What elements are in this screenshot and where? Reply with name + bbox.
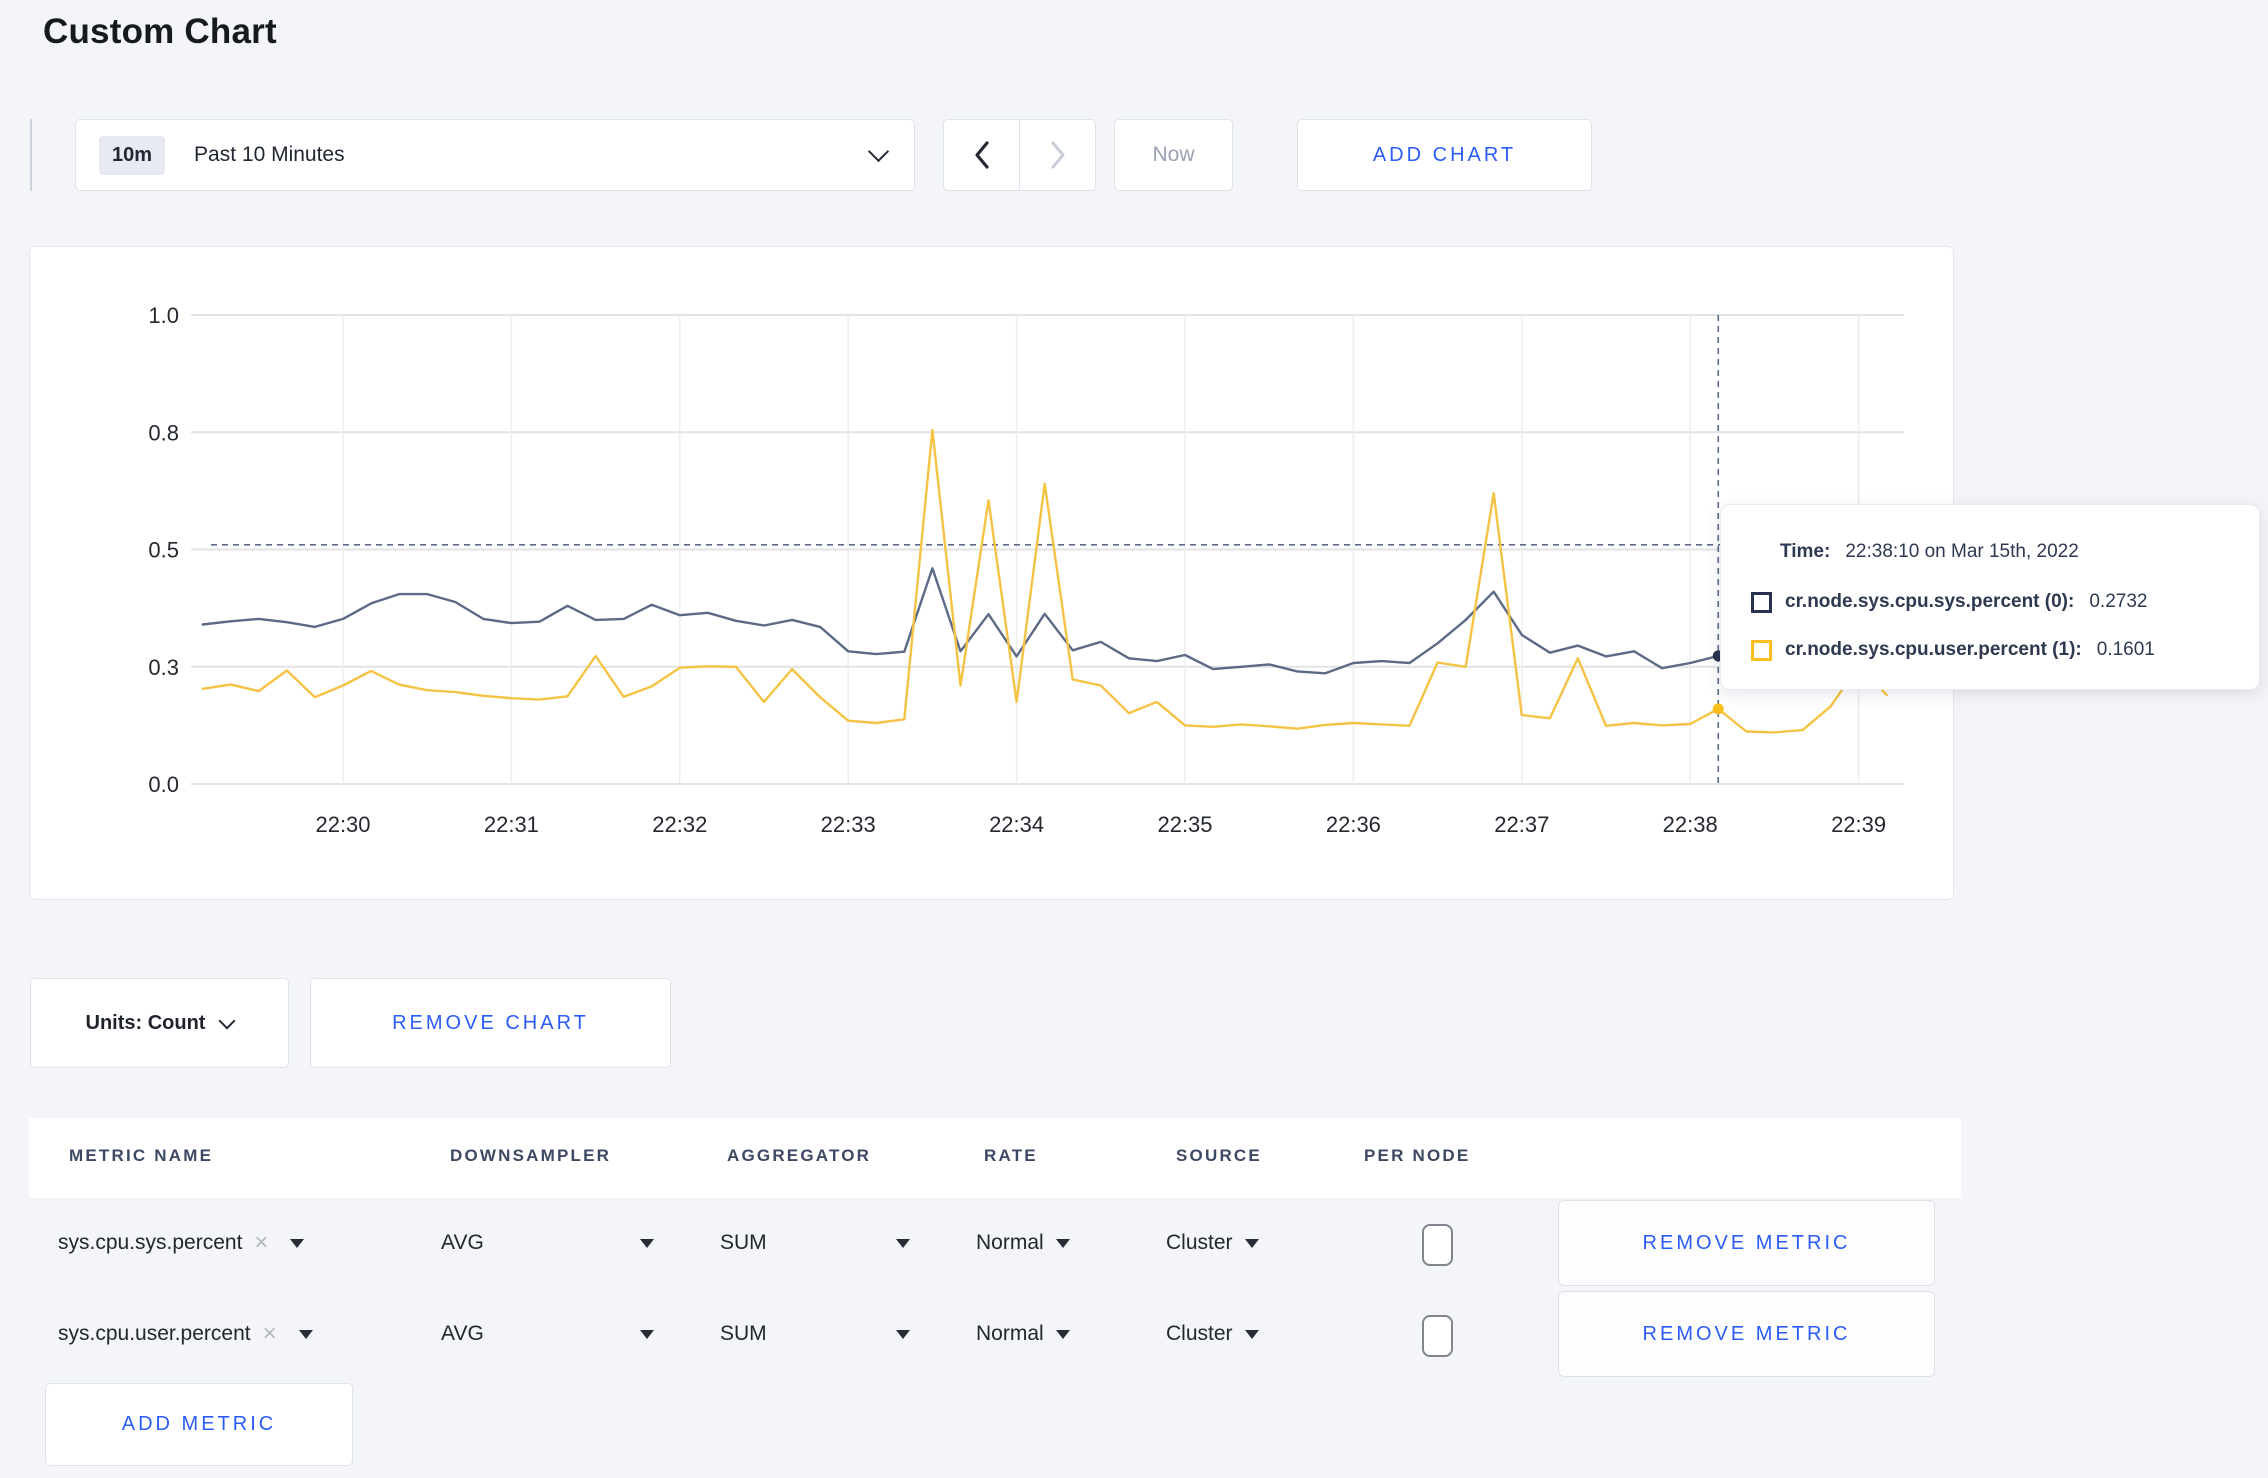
svg-text:22:34: 22:34 <box>989 812 1044 837</box>
col-header-per-node: PER NODE <box>1364 1146 1471 1165</box>
svg-text:22:31: 22:31 <box>484 812 539 837</box>
series-sys-swatch-icon <box>1751 591 1772 613</box>
svg-text:0.5: 0.5 <box>148 538 179 563</box>
remove-chart-button[interactable]: REMOVE CHART <box>310 978 671 1068</box>
per-node-checkbox[interactable] <box>1422 1315 1453 1357</box>
dropdown-caret-icon <box>1244 1329 1259 1339</box>
rate-select[interactable]: Normal <box>976 1220 1070 1266</box>
tooltip-time-value: 22:38:10 on Mar 15th, 2022 <box>1845 541 2079 562</box>
dropdown-caret-icon <box>896 1329 910 1339</box>
page-title: Custom Chart <box>43 12 277 51</box>
svg-text:22:37: 22:37 <box>1494 812 1549 837</box>
col-header-rate: RATE <box>984 1146 1038 1165</box>
tooltip-series-name: cr.node.sys.cpu.sys.percent (0): <box>1785 591 2075 612</box>
remove-metric-button[interactable]: REMOVE METRIC <box>1558 1291 1935 1377</box>
svg-text:0.3: 0.3 <box>148 655 179 680</box>
svg-text:22:35: 22:35 <box>1157 812 1212 837</box>
downsampler-select[interactable]: AVG <box>441 1220 654 1266</box>
aggregator-select[interactable]: SUM <box>720 1220 910 1266</box>
dropdown-caret-icon <box>640 1329 654 1339</box>
col-header-metric-name: METRIC NAME <box>69 1146 214 1165</box>
chevron-right-icon <box>1050 141 1065 169</box>
timeseries-chart[interactable]: 0.0 0.3 0.5 0.8 1.0 22:30 22:31 22:32 22:33 22:34… <box>30 247 1953 899</box>
aggregator-value: SUM <box>720 1231 767 1254</box>
chevron-down-icon <box>867 140 890 163</box>
rate-value: Normal <box>976 1322 1044 1345</box>
tooltip-series-value: 0.1601 <box>2096 639 2155 660</box>
chevron-left-icon <box>974 141 989 169</box>
downsampler-value: AVG <box>441 1322 484 1345</box>
source-value: Cluster <box>1166 1322 1233 1345</box>
metric-name-select[interactable]: sys.cpu.user.percent × <box>58 1311 313 1357</box>
dropdown-caret-icon <box>1055 1238 1070 1248</box>
svg-text:0.8: 0.8 <box>148 420 179 445</box>
svg-text:22:33: 22:33 <box>821 812 876 837</box>
add-metric-button[interactable]: ADD METRIC <box>45 1383 353 1466</box>
dropdown-caret-icon <box>1055 1329 1070 1339</box>
clear-metric-icon[interactable]: × <box>263 1322 277 1346</box>
metric-name-select[interactable]: sys.cpu.sys.percent × <box>58 1220 305 1266</box>
col-header-aggregator: AGGREGATOR <box>727 1146 872 1165</box>
rate-value: Normal <box>976 1231 1044 1254</box>
svg-text:22:39: 22:39 <box>1831 812 1886 837</box>
chevron-down-icon <box>218 1012 236 1030</box>
downsampler-select[interactable]: AVG <box>441 1311 654 1357</box>
metric-name-value: sys.cpu.user.percent <box>58 1322 251 1345</box>
col-header-downsampler: DOWNSAMPLER <box>450 1146 612 1165</box>
aggregator-value: SUM <box>720 1322 767 1345</box>
time-pager <box>943 119 1096 191</box>
aggregator-select[interactable]: SUM <box>720 1311 910 1357</box>
svg-text:1.0: 1.0 <box>148 303 179 328</box>
toolbar-left-divider <box>30 119 32 191</box>
metric-name-value: sys.cpu.sys.percent <box>58 1231 243 1254</box>
downsampler-value: AVG <box>441 1231 484 1254</box>
chart-card: 0.0 0.3 0.5 0.8 1.0 22:30 22:31 22:32 22:33 22:34… <box>29 246 1954 900</box>
now-button[interactable]: Now <box>1114 119 1233 191</box>
units-label: Units: Count <box>85 1011 206 1034</box>
source-select[interactable]: Cluster <box>1166 1220 1259 1266</box>
dropdown-caret-icon <box>896 1238 910 1248</box>
next-time-button[interactable] <box>1020 120 1095 190</box>
rate-select[interactable]: Normal <box>976 1311 1070 1357</box>
tooltip-series-row: cr.node.sys.cpu.sys.percent (0): 0.2732 <box>1751 591 2147 613</box>
dropdown-caret-icon <box>290 1238 305 1248</box>
col-header-source: SOURCE <box>1176 1146 1262 1165</box>
clear-metric-icon[interactable]: × <box>254 1231 268 1255</box>
svg-text:22:36: 22:36 <box>1326 812 1381 837</box>
chart-tooltip: Time: 22:38:10 on Mar 15th, 2022 cr.node… <box>1720 504 2260 690</box>
svg-text:22:32: 22:32 <box>652 812 707 837</box>
source-value: Cluster <box>1166 1231 1233 1254</box>
series-user-swatch-icon <box>1751 639 1772 661</box>
tooltip-series-name: cr.node.sys.cpu.user.percent (1): <box>1785 639 2082 660</box>
source-select[interactable]: Cluster <box>1166 1311 1259 1357</box>
time-range-label: Past 10 Minutes <box>194 143 345 166</box>
metrics-table-header: METRIC NAME DOWNSAMPLER AGGREGATOR RATE … <box>29 1118 1961 1198</box>
svg-text:0.0: 0.0 <box>148 772 179 797</box>
time-range-select[interactable]: 10m Past 10 Minutes <box>75 119 915 191</box>
svg-text:22:30: 22:30 <box>315 812 370 837</box>
dropdown-caret-icon <box>1244 1238 1259 1248</box>
tooltip-time-label: Time: <box>1780 541 1831 562</box>
dropdown-caret-icon <box>640 1238 654 1248</box>
tooltip-time-row: Time: 22:38:10 on Mar 15th, 2022 <box>1780 541 2079 563</box>
tooltip-series-row: cr.node.sys.cpu.user.percent (1): 0.1601 <box>1751 639 2155 661</box>
add-chart-button[interactable]: ADD CHART <box>1297 119 1592 191</box>
per-node-checkbox[interactable] <box>1422 1224 1453 1266</box>
prev-time-button[interactable] <box>944 120 1020 190</box>
remove-metric-button[interactable]: REMOVE METRIC <box>1558 1200 1935 1286</box>
dropdown-caret-icon <box>298 1329 313 1339</box>
tooltip-series-value: 0.2732 <box>2089 591 2148 612</box>
units-select[interactable]: Units: Count <box>30 978 289 1068</box>
svg-text:22:38: 22:38 <box>1663 812 1718 837</box>
time-range-badge: 10m <box>99 135 166 175</box>
